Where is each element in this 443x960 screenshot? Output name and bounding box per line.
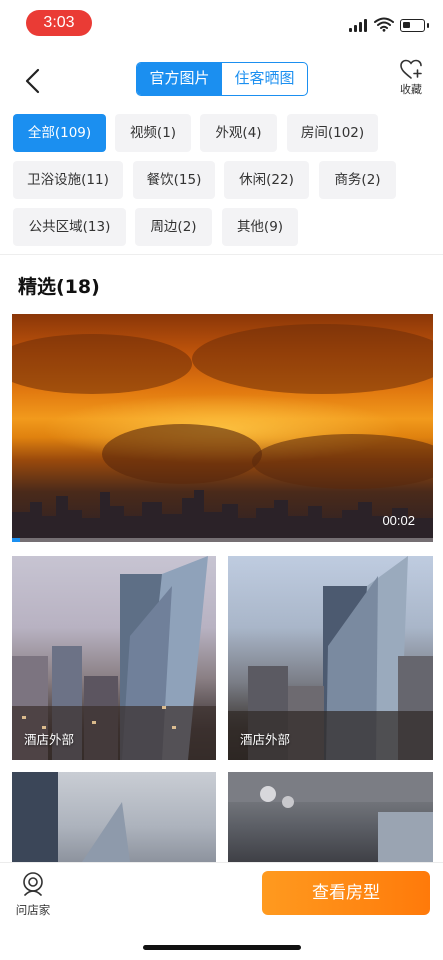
cloud — [12, 334, 192, 394]
section-title: 精选(18) — [18, 276, 100, 298]
photo-caption: 酒店外部 — [240, 732, 291, 747]
tab-guest-photos[interactable]: 住客晒图 — [222, 63, 307, 95]
photo-source-segmented-control: 官方图片 住客晒图 — [136, 62, 308, 96]
bottom-bar: 问店家 查看房型 — [0, 862, 443, 960]
wifi-icon — [374, 17, 394, 32]
view-rooms-button[interactable]: 查看房型 — [262, 871, 430, 915]
cloud — [192, 324, 433, 394]
chip-leisure[interactable]: 休闲(22) — [224, 161, 309, 199]
favorite-button[interactable]: 收藏 — [394, 58, 428, 102]
chip-room[interactable]: 房间(102) — [287, 114, 378, 152]
ask-host-button[interactable]: 问店家 — [12, 871, 54, 918]
divider — [0, 254, 443, 255]
photo-tile[interactable] — [12, 772, 216, 862]
chip-bathroom[interactable]: 卫浴设施(11) — [13, 161, 123, 199]
photo-tile[interactable] — [228, 772, 433, 862]
hotel-interior-image — [228, 772, 433, 862]
favorite-label: 收藏 — [400, 83, 422, 96]
photo-tile[interactable]: 酒店外部 — [12, 556, 216, 760]
video-progress-fill — [12, 538, 21, 542]
chip-exterior[interactable]: 外观(4) — [200, 114, 277, 152]
chip-other[interactable]: 其他(9) — [222, 208, 298, 246]
photo-tile[interactable]: 酒店外部 — [228, 556, 433, 760]
top-nav: 官方图片 住客晒图 收藏 — [0, 52, 443, 108]
photo-caption: 酒店外部 — [24, 732, 75, 747]
video-tile[interactable]: 00:02 — [12, 314, 433, 542]
signal-icon — [349, 18, 369, 32]
status-bar: 3:03 — [0, 0, 443, 46]
chip-public-area[interactable]: 公共区域(13) — [13, 208, 126, 246]
chip-dining[interactable]: 餐饮(15) — [133, 161, 215, 199]
battery-icon — [400, 19, 429, 32]
chat-person-icon — [23, 872, 43, 896]
chip-nearby[interactable]: 周边(2) — [135, 208, 212, 246]
status-time: 3:03 — [26, 10, 92, 36]
heart-plus-icon — [400, 59, 422, 79]
tab-official-photos[interactable]: 官方图片 — [137, 63, 222, 95]
ask-host-label: 问店家 — [15, 903, 51, 917]
city-skyline — [12, 490, 433, 542]
chip-business[interactable]: 商务(2) — [319, 161, 396, 199]
video-progress-bar[interactable] — [12, 538, 433, 542]
hotel-exterior-image — [12, 772, 130, 862]
video-duration: 00:02 — [382, 513, 415, 528]
home-indicator — [143, 945, 301, 950]
chip-all[interactable]: 全部(109) — [13, 114, 106, 152]
chip-video[interactable]: 视频(1) — [115, 114, 191, 152]
back-arrow-icon[interactable] — [18, 66, 48, 96]
